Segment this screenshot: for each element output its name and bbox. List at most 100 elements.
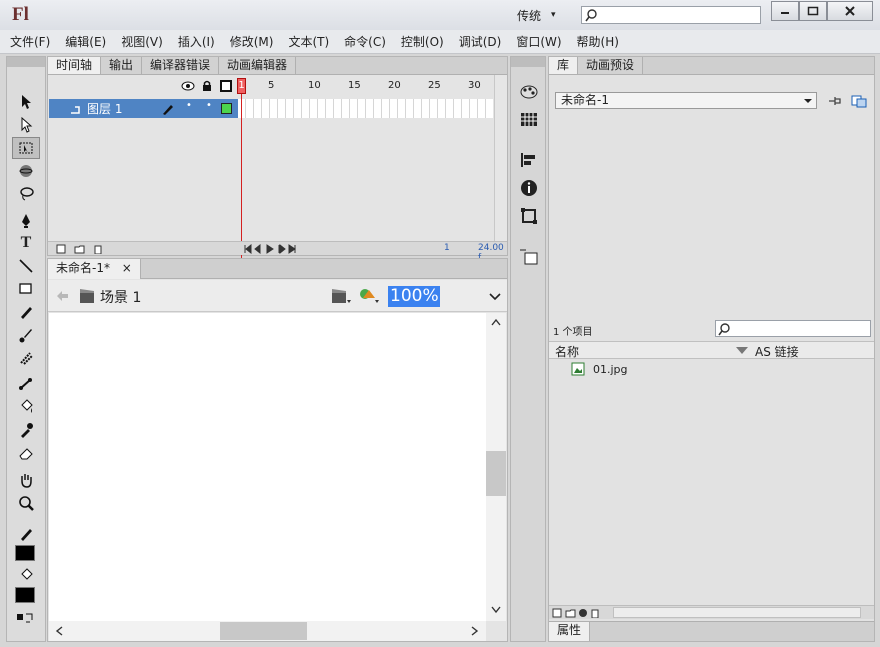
stage-vertical-scrollbar[interactable] [486, 313, 506, 621]
menu-modify[interactable]: 修改(M) [230, 33, 274, 50]
eyedropper-tool-icon[interactable] [12, 419, 40, 441]
search-icon [718, 323, 730, 336]
layer-icon [71, 105, 80, 114]
library-panel: 库 动画预设 未命名-1 1 个项目 名称 AS 链接 01.jpg 属性 [548, 56, 875, 642]
edit-bar: 场景 1 100% [48, 280, 507, 312]
chevron-down-icon [491, 606, 501, 614]
maximize-button[interactable] [799, 1, 827, 21]
layer-name[interactable]: 图层 1 [87, 100, 122, 117]
panel-dock [510, 56, 546, 642]
scroll-thumb[interactable] [486, 451, 506, 496]
scene-icon [80, 289, 94, 303]
line-tool-icon[interactable] [12, 255, 40, 277]
deco-tool-icon[interactable] [12, 347, 40, 369]
list-item-name[interactable]: 01.jpg [593, 363, 628, 376]
menu-help[interactable]: 帮助(H) [577, 33, 619, 50]
menu-edit[interactable]: 编辑(E) [65, 33, 106, 50]
stroke-color-swatch[interactable] [15, 545, 35, 561]
help-search-input[interactable] [581, 6, 761, 24]
library-document-select[interactable]: 未命名-1 [555, 92, 817, 109]
properties-tab-bar: 属性 [549, 621, 874, 641]
app-logo: Fl [12, 4, 29, 25]
zoom-tool-icon[interactable] [12, 492, 40, 514]
brush-tool-icon[interactable] [12, 324, 40, 346]
bitmap-icon [571, 362, 585, 376]
text-tool-icon[interactable]: T [12, 232, 40, 254]
frame-number: 25 [428, 80, 441, 91]
menu-debug[interactable]: 调试(D) [459, 33, 502, 50]
minimize-button[interactable] [771, 1, 799, 21]
scene-name[interactable]: 场景 1 [100, 287, 141, 307]
document-tab[interactable]: 未命名-1* × [48, 259, 141, 279]
paint-bucket-tool-icon[interactable] [12, 396, 40, 418]
library-footer [549, 605, 874, 619]
selection-tool-icon[interactable] [12, 91, 40, 113]
close-button[interactable] [827, 1, 873, 21]
panel-grip[interactable] [7, 57, 45, 67]
lasso-tool-icon[interactable] [12, 183, 40, 205]
subselection-tool-icon[interactable] [12, 114, 40, 136]
components-panel-icon [520, 249, 538, 265]
hand-tool-icon[interactable] [12, 469, 40, 491]
fill-color-swatch[interactable] [15, 587, 35, 603]
library-horizontal-scrollbar[interactable] [613, 607, 861, 618]
chevron-down-icon[interactable]: ▾ [551, 10, 556, 20]
bone-tool-icon[interactable] [12, 373, 40, 395]
eraser-tool-icon[interactable] [12, 442, 40, 464]
frame-number: 20 [388, 80, 401, 91]
tab-compiler-errors[interactable]: 编译器错误 [142, 57, 220, 74]
scroll-thumb[interactable] [220, 622, 307, 640]
menu-view[interactable]: 视图(V) [121, 33, 163, 50]
timeline-panel: 时间轴 输出 编译器错误 动画编辑器 1 5 10 15 20 25 30 图层… [47, 56, 508, 263]
frame-track[interactable] [238, 99, 493, 118]
stage-horizontal-scrollbar[interactable] [49, 621, 486, 641]
tab-motion-presets[interactable]: 动画预设 [578, 57, 644, 74]
pencil-tool-icon[interactable] [12, 301, 40, 323]
lock-dot-icon[interactable]: • [206, 100, 212, 111]
tab-timeline[interactable]: 时间轴 [48, 57, 102, 74]
layer-outline-color[interactable] [221, 103, 232, 114]
chevron-up-icon [491, 318, 501, 326]
menu-file[interactable]: 文件(F) [10, 33, 50, 50]
menu-insert[interactable]: 插入(I) [178, 33, 215, 50]
tab-output[interactable]: 输出 [101, 57, 143, 74]
stroke-color-icon[interactable] [12, 523, 40, 545]
sort-icon [736, 347, 748, 354]
menu-control[interactable]: 控制(O) [401, 33, 444, 50]
column-name[interactable]: 名称 [555, 343, 579, 360]
item-count: 1 个项目 [553, 327, 593, 338]
column-as-linkage[interactable]: AS 链接 [755, 343, 799, 360]
timeline-scrollbar[interactable] [494, 75, 507, 243]
tab-library[interactable]: 库 [549, 57, 579, 74]
tab-motion-editor[interactable]: 动画编辑器 [219, 57, 297, 74]
list-item[interactable]: 01.jpg [571, 361, 771, 377]
panel-grip[interactable] [511, 57, 545, 67]
chevron-right-icon [471, 626, 479, 636]
close-icon [845, 6, 855, 16]
3d-rotation-tool-icon[interactable] [12, 160, 40, 182]
tab-properties[interactable]: 属性 [549, 622, 591, 641]
pen-tool-icon[interactable] [12, 210, 40, 232]
playhead[interactable]: 1 [237, 78, 246, 94]
swap-colors-icon[interactable] [12, 607, 40, 629]
fill-color-icon[interactable] [12, 565, 40, 587]
new-folder-icon [74, 245, 85, 254]
timeline-header: 1 5 10 15 20 25 30 [48, 77, 493, 93]
maximize-icon [807, 6, 819, 16]
free-transform-tool-icon[interactable] [12, 137, 40, 159]
document-tab-title[interactable]: 未命名-1* [56, 261, 110, 275]
tools-panel: T [6, 56, 46, 642]
stage-canvas[interactable] [49, 313, 486, 621]
back-arrow-icon [57, 291, 68, 301]
workspace-switcher[interactable]: 传统 [517, 7, 541, 24]
menu-window[interactable]: 窗口(W) [516, 33, 561, 50]
menu-text[interactable]: 文本(T) [288, 33, 329, 50]
menu-commands[interactable]: 命令(C) [344, 33, 386, 50]
close-tab-icon[interactable]: × [122, 261, 132, 275]
rectangle-tool-icon[interactable] [12, 278, 40, 300]
library-search-input[interactable] [715, 320, 871, 337]
layer-row[interactable]: 图层 1 • • [49, 99, 239, 118]
visibility-dot-icon[interactable]: • [186, 100, 192, 111]
lock-icon [203, 80, 211, 91]
zoom-input[interactable]: 100% [388, 286, 440, 307]
